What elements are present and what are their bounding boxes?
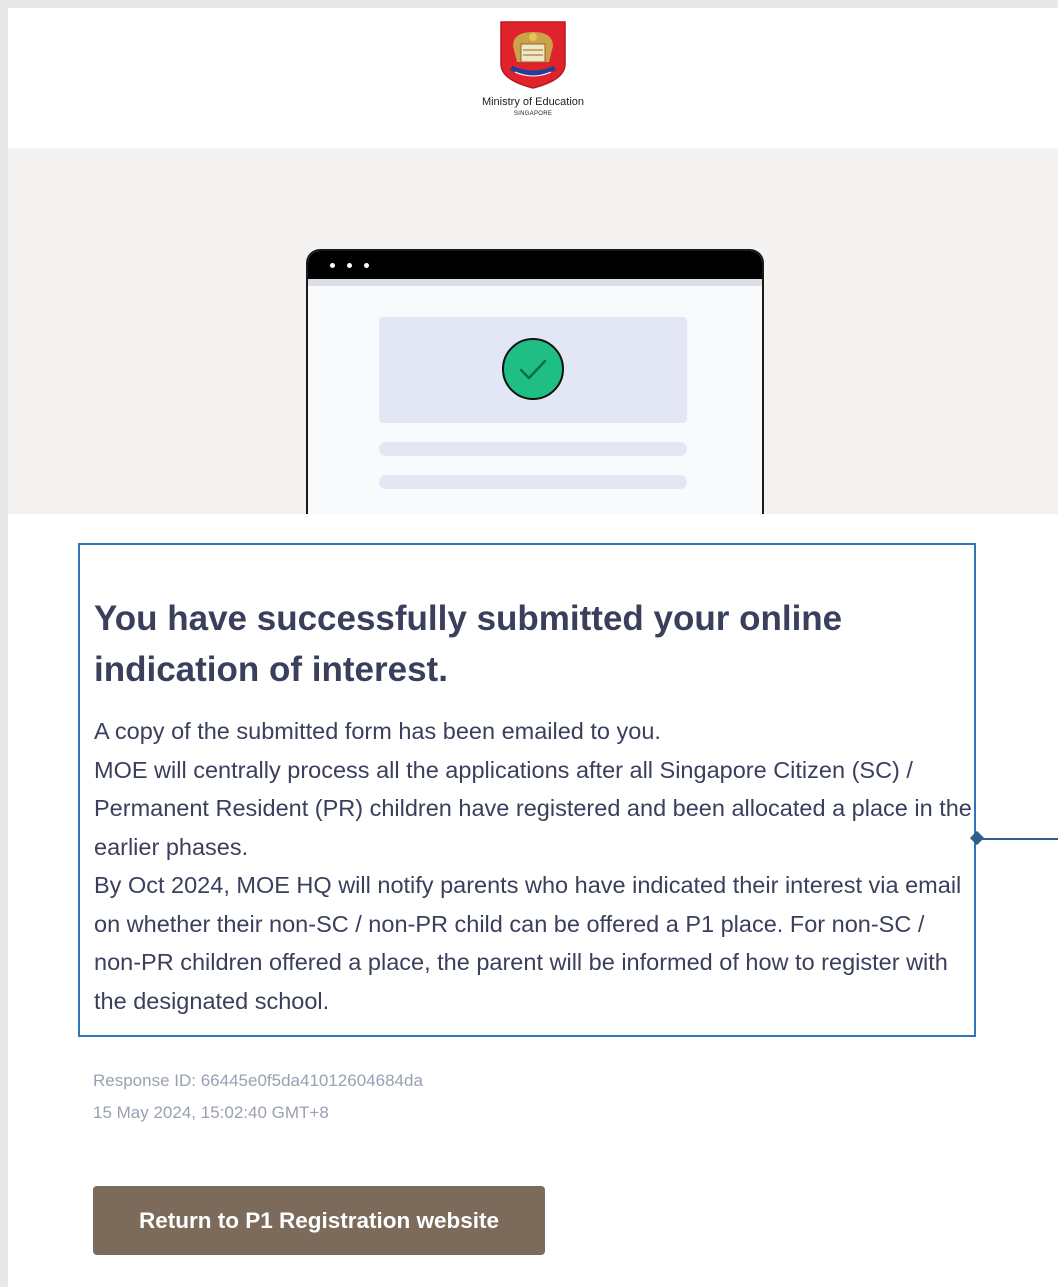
annotation-connector-line — [978, 838, 1058, 840]
browser-window-illustration — [306, 249, 764, 514]
placeholder-line — [379, 475, 687, 489]
response-id: Response ID: 66445e0f5da41012604684da — [93, 1071, 423, 1090]
browser-title-bar — [308, 251, 762, 279]
confirmation-page: Ministry of Education SINGAPORE You have… — [8, 8, 1058, 1287]
browser-bar-shadow — [308, 279, 762, 286]
confirmation-message: You have successfully submitted your onl… — [78, 543, 976, 1037]
return-to-registration-button[interactable]: Return to P1 Registration website — [93, 1186, 545, 1255]
placeholder-line — [379, 442, 687, 456]
window-dot-icon — [347, 263, 352, 268]
body-paragraph-notification: By Oct 2024, MOE HQ will notify parents … — [94, 872, 962, 1014]
agency-subtitle: SINGAPORE — [513, 111, 553, 117]
submission-timestamp: 15 May 2024, 15:02:40 GMT+8 — [93, 1103, 329, 1122]
success-card — [379, 317, 687, 423]
checkmark-icon — [519, 359, 547, 380]
window-dot-icon — [330, 263, 335, 268]
confirmation-body: A copy of the submitted form has been em… — [94, 712, 974, 1020]
body-paragraph-processing: MOE will centrally process all the appli… — [94, 756, 972, 860]
success-check-icon — [502, 338, 564, 400]
window-dot-icon — [364, 263, 369, 268]
body-paragraph-email-copy: A copy of the submitted form has been em… — [94, 718, 661, 744]
agency-name: Ministry of Education — [481, 96, 585, 108]
moe-crest-icon — [500, 21, 566, 89]
confirmation-title: You have successfully submitted your onl… — [94, 599, 843, 689]
page-header: Ministry of Education SINGAPORE — [8, 8, 1058, 148]
hero-illustration — [8, 148, 1058, 514]
